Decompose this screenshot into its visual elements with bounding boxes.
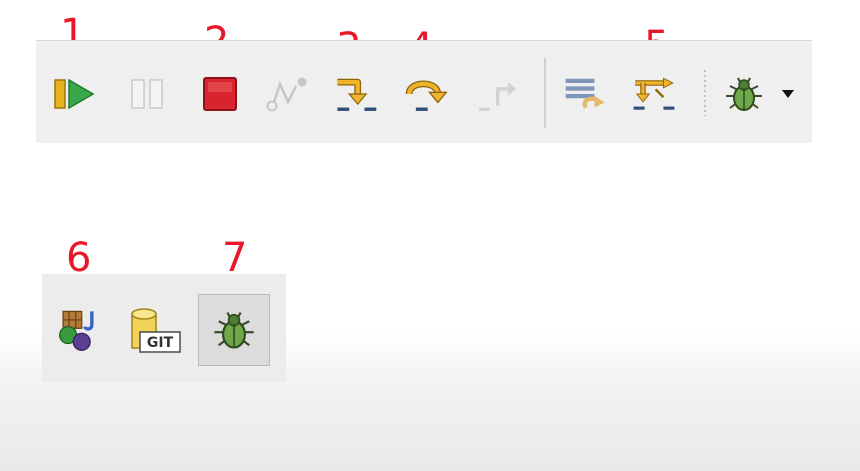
step-into-button[interactable]	[334, 72, 378, 116]
suspend-button[interactable]	[126, 72, 170, 116]
step-filters-icon	[633, 77, 675, 110]
disconnect-button[interactable]	[264, 72, 308, 116]
debug-button[interactable]	[722, 72, 766, 116]
step-return-button[interactable]	[474, 72, 518, 116]
java-perspective-icon	[59, 310, 94, 351]
annotation-7: 7	[222, 235, 248, 281]
disconnect-icon	[266, 77, 307, 112]
java-perspective-button[interactable]	[58, 308, 102, 352]
step-return-icon	[479, 82, 517, 111]
toolbar-separator	[544, 58, 546, 128]
git-perspective-button[interactable]: GIT	[128, 306, 184, 362]
step-into-icon	[337, 78, 377, 111]
step-over-icon	[405, 80, 448, 111]
annotation-6: 6	[66, 235, 92, 281]
resume-button[interactable]	[52, 72, 96, 116]
terminate-button[interactable]	[198, 72, 242, 116]
debug-dropdown-arrow[interactable]	[780, 86, 796, 102]
drop-to-frame-button[interactable]	[564, 72, 608, 116]
chevron-down-icon	[782, 90, 794, 98]
debug-perspective-button[interactable]	[198, 294, 270, 366]
bug-icon	[726, 77, 762, 111]
resume-icon	[54, 78, 95, 110]
step-filters-button[interactable]	[632, 72, 676, 116]
drop-to-frame-icon	[565, 78, 605, 109]
bug-icon	[214, 312, 254, 349]
terminate-icon	[203, 77, 237, 111]
toolbar-grip	[704, 70, 706, 116]
step-over-button[interactable]	[404, 72, 448, 116]
git-perspective-icon: GIT	[131, 308, 181, 353]
suspend-icon	[131, 79, 163, 109]
git-label: GIT	[147, 335, 174, 351]
